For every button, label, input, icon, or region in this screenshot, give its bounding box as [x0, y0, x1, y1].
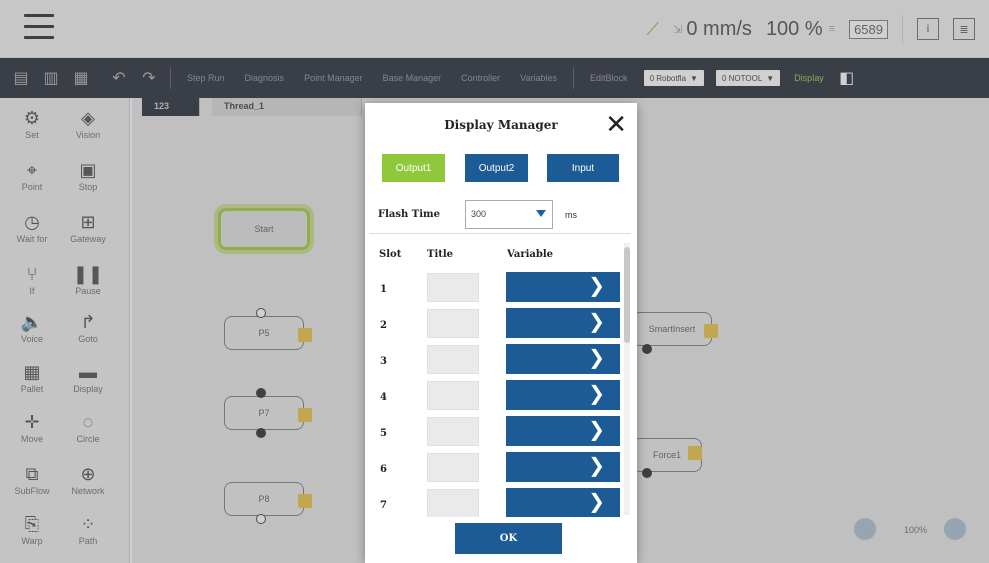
flash-time-unit: ms: [565, 210, 577, 220]
chevron-right-icon: ❯: [588, 311, 605, 333]
scrollbar-thumb[interactable]: [624, 247, 630, 343]
slot-list: 1 ❯ 2 ❯ 3 ❯ 4 ❯ 5 ❯ 6 ❯ 7 ❯: [365, 271, 630, 517]
slot-row: 5 ❯: [365, 415, 630, 451]
chevron-right-icon: ❯: [588, 275, 605, 297]
close-icon[interactable]: ✕: [605, 111, 627, 137]
slot-title-field[interactable]: [427, 453, 479, 482]
slot-title-field[interactable]: [427, 309, 479, 338]
slot-row: 6 ❯: [365, 451, 630, 487]
slot-title-field[interactable]: [427, 381, 479, 410]
slot-row: 2 ❯: [365, 307, 630, 343]
input-button[interactable]: Input: [547, 154, 619, 182]
slot-variable-button[interactable]: ❯: [506, 344, 620, 374]
slot-row: 1 ❯: [365, 271, 630, 307]
slot-row: 3 ❯: [365, 343, 630, 379]
slot-row: 7 ❯: [365, 487, 630, 517]
flash-time-value: 300: [471, 209, 487, 219]
slot-variable-button[interactable]: ❯: [506, 452, 620, 482]
slot-number: 6: [380, 464, 387, 475]
slot-variable-button[interactable]: ❯: [506, 272, 620, 302]
slot-title-field[interactable]: [427, 273, 479, 302]
divider: [369, 233, 631, 234]
slot-variable-button[interactable]: ❯: [506, 380, 620, 410]
chevron-right-icon: ❯: [588, 347, 605, 369]
chevron-right-icon: ❯: [588, 455, 605, 477]
display-manager-dialog: Display Manager ✕ Output1 Output2 Input …: [365, 103, 637, 563]
slot-row: 4 ❯: [365, 379, 630, 415]
slot-variable-button[interactable]: ❯: [506, 488, 620, 517]
dialog-title: Display Manager: [444, 118, 558, 132]
slot-variable-button[interactable]: ❯: [506, 308, 620, 338]
slot-variable-button[interactable]: ❯: [506, 416, 620, 446]
title-header: Title: [427, 249, 454, 260]
slot-number: 3: [380, 356, 387, 367]
slot-number: 4: [380, 392, 387, 403]
slot-title-field[interactable]: [427, 345, 479, 374]
ok-button[interactable]: OK: [455, 523, 562, 554]
chevron-right-icon: ❯: [588, 491, 605, 513]
slot-number: 1: [380, 284, 387, 295]
slot-number: 2: [380, 320, 387, 331]
chevron-right-icon: ❯: [588, 419, 605, 441]
variable-header: Variable: [507, 249, 554, 260]
slot-list-scrollbar[interactable]: [624, 243, 630, 515]
flash-time-label: Flash Time: [378, 209, 440, 220]
output1-button[interactable]: Output1: [382, 154, 445, 182]
chevron-right-icon: ❯: [588, 383, 605, 405]
chevron-down-icon: [536, 210, 546, 217]
slot-title-field[interactable]: [427, 417, 479, 446]
slot-header: Slot: [379, 249, 402, 260]
slot-number: 5: [380, 428, 387, 439]
slot-title-field[interactable]: [427, 489, 479, 517]
flash-time-select[interactable]: 300: [465, 200, 553, 229]
slot-number: 7: [380, 500, 387, 511]
output2-button[interactable]: Output2: [465, 154, 528, 182]
